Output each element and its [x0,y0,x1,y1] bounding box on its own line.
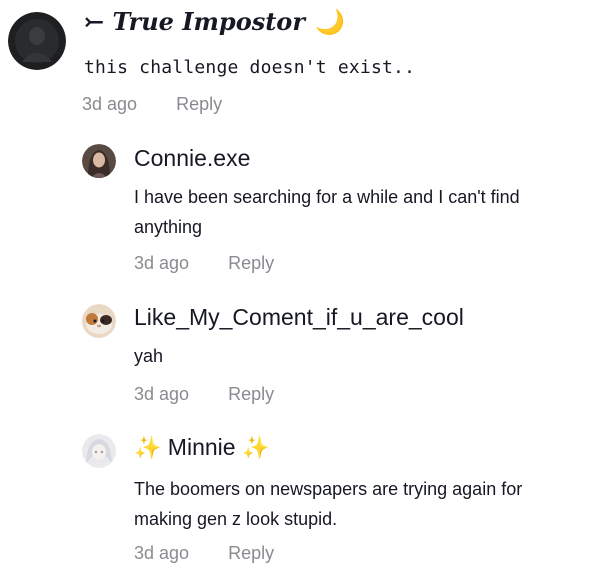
comment-meta: 3d ago Reply [134,384,274,405]
sparkle-icon: ✨ [134,435,162,460]
comment-username[interactable]: ⤚ True Impostor 🌙 [84,7,346,37]
comment-timestamp: 3d ago [82,94,138,114]
comment-meta: 3d ago Reply [134,543,274,564]
comment-timestamp: 3d ago [134,384,190,404]
arrow-decoration-icon: ⤚ [84,7,105,36]
comment-text: The boomers on newspapers are trying aga… [134,479,523,529]
sparkle-icon: ✨ [241,435,270,460]
comment-username[interactable]: ✨ Minnie ✨ [134,434,269,462]
avatar[interactable] [82,434,116,468]
reply-button[interactable]: Reply [228,543,274,564]
crescent-moon-icon: 🌙 [315,7,346,36]
comment-username[interactable]: Connie.exe [134,145,250,173]
anime-character-avatar-icon [82,434,116,468]
avatar[interactable] [82,304,116,338]
comment-timestamp: 3d ago [134,543,190,563]
comment-meta: 3d ago Reply [82,94,222,115]
comment-text: this challenge doesn't exist.. [84,57,416,78]
reply-button[interactable]: Reply [228,253,274,274]
username-text: Minnie [167,434,236,460]
avatar[interactable] [82,144,116,178]
reply-button[interactable]: Reply [176,94,222,115]
comment-text: I have been searching for a while and I … [134,187,520,237]
comment-timestamp: 3d ago [134,253,190,273]
reply-button[interactable]: Reply [228,384,274,405]
avatar[interactable] [8,12,66,70]
guinea-pig-avatar-icon [82,304,116,338]
dark-portrait-avatar-icon [8,12,66,70]
comment-username[interactable]: Like_My_Coment_if_u_are_cool [134,304,464,332]
girl-portrait-avatar-icon [82,144,116,178]
username-text: True Impostor [112,7,305,36]
comment-text: yah [134,346,164,366]
comment-meta: 3d ago Reply [134,253,274,274]
